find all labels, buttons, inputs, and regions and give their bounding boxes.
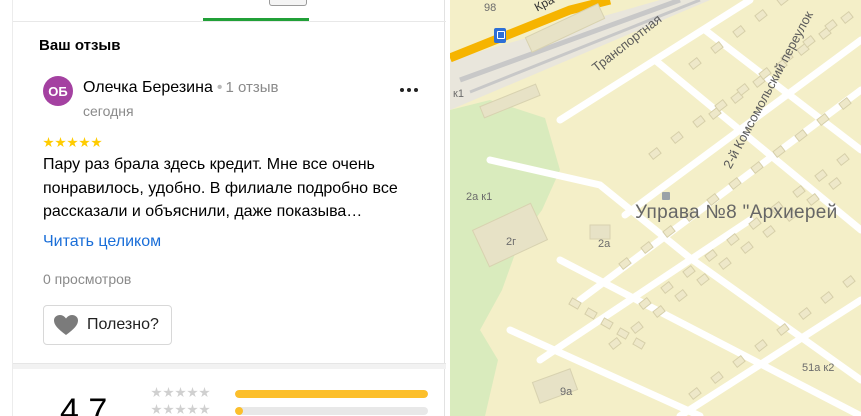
useful-label: Полезно? xyxy=(87,316,159,333)
building-number: 9а xyxy=(560,386,573,398)
house xyxy=(616,327,630,340)
star-outline-icon xyxy=(175,404,186,415)
heart-icon xyxy=(54,315,78,335)
star-outline-icon xyxy=(187,404,198,415)
building-number: 2г xyxy=(506,236,517,248)
house xyxy=(740,240,754,255)
author-review-count: 1 отзыв xyxy=(225,79,279,96)
house xyxy=(732,24,746,39)
distribution-bar-4 xyxy=(235,407,428,415)
district-label[interactable]: Управа №8 "Архиерей xyxy=(635,202,838,224)
star-icon xyxy=(55,137,66,148)
section-title: Ваш отзыв xyxy=(39,37,121,54)
metro-station-icon[interactable] xyxy=(494,28,506,43)
park-area xyxy=(450,330,498,416)
active-tab-indicator xyxy=(203,18,309,21)
building-number: 51а к2 xyxy=(802,362,835,374)
review-panel: Ваш отзыв ОБ Олечка Березина • 1 отзыв сег… xyxy=(0,0,450,416)
house xyxy=(798,306,812,321)
street xyxy=(506,326,704,416)
author-name[interactable]: Олечка Березина xyxy=(83,79,213,96)
building xyxy=(589,224,611,240)
review-date: сегодня xyxy=(83,103,134,119)
views-count: 0 просмотров xyxy=(43,271,132,287)
house xyxy=(718,256,732,271)
star-outline-icon xyxy=(199,387,210,398)
house xyxy=(660,280,674,295)
distribution-stars-4 xyxy=(151,404,210,415)
distribution-bar-fill xyxy=(235,407,243,415)
house xyxy=(632,337,646,350)
star-outline-icon xyxy=(163,404,174,415)
star-icon xyxy=(43,137,54,148)
avatar[interactable]: ОБ xyxy=(43,76,73,106)
house xyxy=(754,8,768,23)
distribution-stars-5 xyxy=(151,387,210,398)
building-number: к1 xyxy=(453,88,464,100)
house xyxy=(674,288,688,303)
house xyxy=(584,307,598,320)
star-outline-icon xyxy=(187,387,198,398)
more-dots-icon[interactable] xyxy=(397,80,421,100)
house xyxy=(754,338,768,353)
star-outline-icon xyxy=(163,387,174,398)
house xyxy=(710,370,724,385)
house xyxy=(828,176,842,191)
author-separator: • xyxy=(216,79,223,96)
building-number: 2а xyxy=(598,238,611,250)
section-divider xyxy=(13,363,446,369)
house xyxy=(820,290,834,305)
star-outline-icon xyxy=(151,387,162,398)
building-number: 2а к1 xyxy=(466,191,493,203)
house xyxy=(696,272,710,287)
star-outline-icon xyxy=(175,387,186,398)
house xyxy=(630,320,644,335)
house xyxy=(776,0,790,7)
average-rating: 4.7 xyxy=(60,392,108,416)
building-number: 98 xyxy=(484,2,497,14)
house xyxy=(692,114,706,129)
review-stars xyxy=(43,137,102,148)
distribution-bar-fill xyxy=(235,390,428,398)
house xyxy=(648,146,662,161)
house xyxy=(688,56,702,71)
read-more-link[interactable]: Читать целиком xyxy=(43,233,161,251)
useful-button[interactable]: Полезно? xyxy=(43,305,172,345)
house xyxy=(814,168,828,183)
house xyxy=(670,130,684,145)
house xyxy=(688,386,702,401)
house xyxy=(842,274,856,289)
house xyxy=(762,224,776,239)
poi-marker[interactable] xyxy=(662,192,670,200)
tab-handle[interactable] xyxy=(269,0,307,6)
house xyxy=(608,336,622,351)
star-icon xyxy=(91,137,102,148)
author-line: Олечка Березина • 1 отзыв xyxy=(83,79,279,97)
house xyxy=(840,10,854,25)
house xyxy=(792,184,806,199)
house xyxy=(836,152,850,167)
tab-strip xyxy=(13,0,446,22)
map-view[interactable]: Управа №8 "Архиерей Транспортная 2-й Ком… xyxy=(450,0,861,416)
review-text: Пару раз брала здесь кредит. Мне все оче… xyxy=(43,156,398,220)
star-outline-icon xyxy=(151,404,162,415)
star-icon xyxy=(79,137,90,148)
star-outline-icon xyxy=(199,404,210,415)
review-card: Ваш отзыв ОБ Олечка Березина • 1 отзыв сег… xyxy=(12,0,446,416)
star-icon xyxy=(67,137,78,148)
distribution-bar-5 xyxy=(235,390,428,398)
